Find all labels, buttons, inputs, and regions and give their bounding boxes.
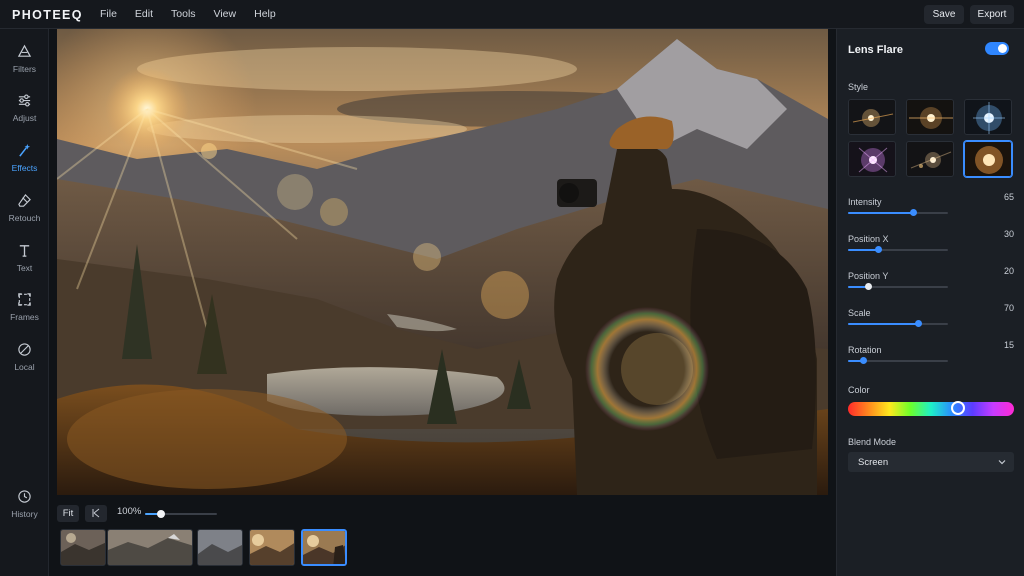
- history-icon: [0, 489, 49, 504]
- flare-style-option[interactable]: [906, 99, 954, 135]
- frames-icon: [0, 292, 49, 307]
- blend-mode-value: Screen: [858, 457, 889, 468]
- slider-fill: [848, 249, 878, 251]
- slider-label: Intensity: [848, 197, 882, 207]
- slider-row-position-x: Position X 30: [848, 229, 1014, 262]
- slider-label: Rotation: [848, 345, 882, 355]
- fit-button[interactable]: Fit: [57, 505, 79, 522]
- slider-label: Position Y: [848, 271, 889, 281]
- tool-text-label: Text: [16, 263, 33, 273]
- slider-handle[interactable]: [860, 357, 867, 364]
- color-label: Color: [848, 385, 870, 395]
- eraser-icon: [0, 193, 49, 208]
- save-button[interactable]: Save: [924, 5, 964, 24]
- slider-fill: [848, 323, 918, 325]
- slider-value: 15: [1003, 340, 1014, 350]
- app-logo: PHOTEEQ: [12, 8, 83, 22]
- filmstrip-thumb-active[interactable]: [301, 529, 347, 566]
- tool-filters-label: Filters: [12, 64, 37, 74]
- zoom-slider[interactable]: [145, 510, 217, 518]
- filmstrip-thumb[interactable]: [60, 529, 106, 566]
- text-icon: [0, 243, 49, 258]
- slider-track[interactable]: [848, 209, 948, 216]
- toggle-knob: [998, 44, 1007, 53]
- slider-value: 70: [1003, 303, 1014, 313]
- fullscreen-toggle-button[interactable]: [85, 505, 107, 522]
- canvas-workspace: Fit 100%: [49, 29, 836, 576]
- tool-frames[interactable]: Frames: [0, 292, 49, 334]
- filters-icon: [0, 44, 49, 59]
- tool-local[interactable]: Local: [0, 342, 49, 384]
- filmstrip-thumb[interactable]: [249, 529, 295, 566]
- photo-canvas[interactable]: [57, 29, 828, 495]
- slider-handle[interactable]: [865, 283, 872, 290]
- menu-help[interactable]: Help: [254, 0, 276, 29]
- color-hue-handle[interactable]: [950, 401, 965, 415]
- tool-effects-label: Effects: [11, 163, 38, 173]
- filmstrip-thumb[interactable]: [197, 529, 243, 566]
- tool-filters[interactable]: Filters: [0, 44, 49, 86]
- slider-handle[interactable]: [875, 246, 882, 253]
- slider-handle[interactable]: [910, 209, 917, 216]
- tool-rail: Filters Adjust Effects Retouch Text Fram…: [0, 29, 49, 576]
- color-hue-slider[interactable]: [848, 401, 1014, 416]
- flare-style-option-selected[interactable]: [964, 141, 1012, 177]
- flare-style-option[interactable]: [848, 141, 896, 177]
- slider-track[interactable]: [848, 320, 948, 327]
- menu-view[interactable]: View: [214, 0, 237, 29]
- style-label: Style: [848, 82, 869, 92]
- slider-row-scale: Scale 70: [848, 303, 1014, 336]
- tool-frames-label: Frames: [10, 312, 39, 322]
- tool-effects[interactable]: Effects: [0, 143, 49, 185]
- slider-label: Scale: [848, 308, 871, 318]
- lens-flare-toggle[interactable]: [985, 42, 1009, 55]
- flare-style-option[interactable]: [964, 99, 1012, 135]
- slider-value: 20: [1003, 266, 1014, 276]
- slider-track[interactable]: [848, 357, 948, 364]
- zoom-slider-handle[interactable]: [156, 510, 165, 518]
- menu-bar: PHOTEEQ File Edit Tools View Help Save E…: [0, 0, 1024, 29]
- panel-title: Lens Flare: [848, 44, 904, 56]
- tool-history-label: History: [11, 509, 38, 519]
- blend-mode-label: Blend Mode: [848, 437, 897, 447]
- blend-mode-select[interactable]: Screen: [848, 452, 1014, 472]
- slider-handle[interactable]: [915, 320, 922, 327]
- slider-row-rotation: Rotation 15: [848, 340, 1014, 373]
- flare-style-option[interactable]: [906, 141, 954, 177]
- tool-retouch[interactable]: Retouch: [0, 193, 49, 235]
- main-menu: File Edit Tools View Help: [100, 0, 294, 29]
- menu-file[interactable]: File: [100, 0, 117, 29]
- flare-style-option[interactable]: [848, 99, 896, 135]
- export-button[interactable]: Export: [970, 5, 1014, 24]
- slider-fill: [848, 212, 913, 214]
- slider-row-position-y: Position Y 20: [848, 266, 1014, 299]
- zoom-bar: Fit 100%: [57, 503, 357, 523]
- filmstrip-thumb[interactable]: [107, 529, 193, 566]
- slider-row-intensity: Intensity 65: [848, 192, 1014, 225]
- tool-retouch-label: Retouch: [8, 213, 41, 223]
- tool-text[interactable]: Text: [0, 243, 49, 285]
- tool-history[interactable]: History: [0, 489, 49, 531]
- collapse-icon: [91, 508, 101, 521]
- menu-edit[interactable]: Edit: [135, 0, 153, 29]
- flare-style-grid: [848, 99, 1014, 179]
- filmstrip: [60, 529, 360, 567]
- zoom-value: 100%: [117, 506, 142, 517]
- tool-adjust-label: Adjust: [12, 113, 37, 123]
- slider-label: Position X: [848, 234, 889, 244]
- menu-tools[interactable]: Tools: [171, 0, 196, 29]
- slider-track[interactable]: [848, 246, 948, 253]
- local-brush-icon: [0, 342, 49, 357]
- photo-image: [57, 29, 828, 495]
- slider-value: 65: [1003, 192, 1014, 202]
- tool-local-label: Local: [14, 362, 35, 372]
- effects-wand-icon: [0, 143, 49, 158]
- adjust-sliders-icon: [0, 93, 49, 108]
- tool-adjust[interactable]: Adjust: [0, 93, 49, 135]
- slider-track[interactable]: [848, 283, 948, 290]
- slider-value: 30: [1003, 229, 1014, 239]
- effects-panel: Lens Flare Style Color Blend Mode Screen: [836, 29, 1024, 576]
